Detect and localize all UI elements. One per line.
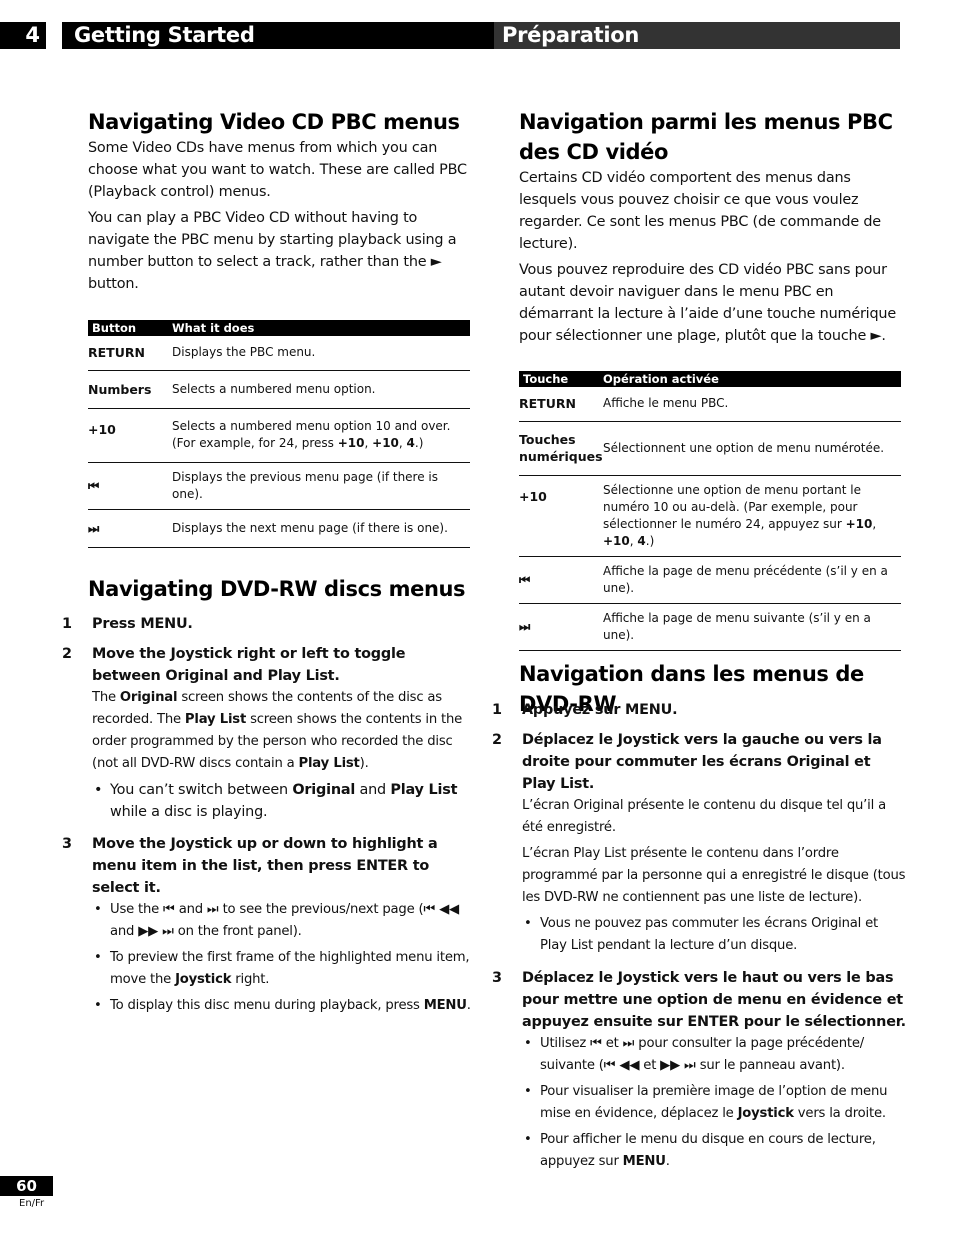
button-name: Touches numériques: [519, 421, 603, 476]
steps-fr: 1 Appuyez sur MENU. 2 Déplacez le Joysti…: [492, 699, 907, 1177]
previous-icon: ⏮: [88, 462, 172, 510]
chapter-number: 4: [0, 22, 46, 49]
section-heading: Navigating DVD-RW discs menus: [88, 577, 466, 601]
section-pbc-en: Navigating Video CD PBC menus Some Video…: [88, 107, 470, 299]
bullet-item: Vous ne pouvez pas commuter les écrans O…: [522, 913, 907, 957]
paragraph: Some Video CDs have menus from which you…: [88, 140, 467, 200]
table-row: ⏭ Displays the next menu page (if there …: [88, 509, 470, 548]
bullet-item: To display this disc menu during playbac…: [92, 995, 474, 1017]
button-name: Numbers: [88, 370, 172, 409]
language-label: En/Fr: [19, 1198, 45, 1209]
step-title: Appuyez sur MENU.: [522, 702, 678, 718]
step-title: Déplacez le Joystick vers le haut ou ver…: [522, 970, 906, 1030]
table-row: RETURN Displays the PBC menu.: [88, 336, 470, 371]
section-heading: Navigating Video CD PBC menus: [88, 110, 460, 134]
button-description: Affiche la page de menu suivante (s’il y…: [603, 603, 901, 651]
button-description: Affiche la page de menu précédente (s’il…: [603, 556, 901, 604]
column-header: Button: [88, 320, 172, 336]
button-description: Affiche le menu PBC.: [603, 387, 901, 422]
bullet-item: Pour afficher le menu du disque en cours…: [522, 1129, 907, 1173]
paragraph: Vous pouvez reproduire des CD vidéo PBC …: [519, 262, 896, 344]
step: 1 Appuyez sur MENU.: [492, 699, 907, 721]
table-row: RETURN Affiche le menu PBC.: [519, 387, 901, 422]
button-description: Sélectionne une option de menu portant l…: [603, 475, 901, 557]
step-title: Press MENU.: [92, 616, 193, 632]
button-table-fr: Touche Opération activée RETURN Affiche …: [519, 371, 901, 651]
steps-en: 1 Press MENU. 2 Move the Joystick right …: [62, 613, 474, 1021]
step-title: Move the Joystick right or left to toggl…: [92, 646, 406, 684]
button-description: Sélectionnent une option de menu numérot…: [603, 421, 901, 476]
step-number: 3: [492, 970, 503, 986]
paragraph: You can play a PBC Video CD without havi…: [88, 210, 457, 292]
table-row: +10 Selects a numbered menu option 10 an…: [88, 408, 470, 463]
bullet-item: Pour visualiser la première image de l’o…: [522, 1081, 907, 1125]
button-description: Displays the PBC menu.: [172, 336, 470, 371]
button-name: +10: [88, 408, 172, 463]
table-row: Numbers Selects a numbered menu option.: [88, 370, 470, 409]
bullet-item: Utilisez ⏮ et ⏭ pour consulter la page p…: [522, 1033, 907, 1077]
step: 2 Move the Joystick right or left to tog…: [62, 643, 474, 823]
chapter-title-fr: Préparation: [494, 22, 900, 49]
table-row: ⏮ Displays the previous menu page (if th…: [88, 462, 470, 510]
step-title: Move the Joystick up or down to highligh…: [92, 836, 438, 896]
section-heading: Navigation parmi les menus PBC des CD vi…: [519, 110, 893, 164]
section-pbc-fr: Navigation parmi les menus PBC des CD vi…: [519, 107, 901, 351]
button-description: Selects a numbered menu option.: [172, 370, 470, 409]
button-description: Displays the previous menu page (if ther…: [172, 462, 470, 510]
section-dvd-heading-en: Navigating DVD-RW discs menus: [88, 574, 470, 604]
button-name: RETURN: [519, 387, 603, 422]
step-text: L’écran Original présente le contenu du …: [522, 798, 886, 835]
bullet-item: Use the ⏮ and ⏭ to see the previous/next…: [92, 899, 474, 943]
next-icon: ⏭: [88, 509, 172, 548]
button-description: Displays the next menu page (if there is…: [172, 509, 470, 548]
step-number: 1: [492, 702, 503, 718]
button-name: RETURN: [88, 336, 172, 371]
step-number: 3: [62, 836, 73, 852]
next-icon: ⏭: [519, 603, 603, 651]
previous-icon: ⏮: [519, 556, 603, 604]
column-header: Opération activée: [603, 371, 901, 387]
step-number: 2: [492, 732, 503, 748]
table-row: ⏭ Affiche la page de menu suivante (s’il…: [519, 603, 901, 651]
step: 3 Move the Joystick up or down to highli…: [62, 833, 474, 1017]
page-number: 60: [0, 1176, 53, 1196]
column-header: What it does: [172, 320, 470, 336]
chapter-title-en: Getting Started: [62, 22, 494, 49]
step: 3 Déplacez le Joystick vers le haut ou v…: [492, 967, 907, 1173]
button-table-en: Button What it does RETURN Displays the …: [88, 320, 470, 548]
table-row: Touches numériques Sélectionnent une opt…: [519, 421, 901, 476]
step-number: 2: [62, 646, 73, 662]
step: 2 Déplacez le Joystick vers la gauche ou…: [492, 729, 907, 957]
bullet-item: You can’t switch between Original and Pl…: [92, 779, 474, 823]
step-title: Déplacez le Joystick vers la gauche ou v…: [522, 732, 882, 792]
paragraph: Certains CD vidéo comportent des menus d…: [519, 170, 881, 252]
step-text: L’écran Play List présente le contenu da…: [522, 846, 906, 905]
step-number: 1: [62, 616, 73, 632]
button-description: Selects a numbered menu option 10 and ov…: [172, 408, 470, 463]
bullet-item: To preview the first frame of the highli…: [92, 947, 474, 991]
column-header: Touche: [519, 371, 603, 387]
step-text: The Original screen shows the contents o…: [92, 690, 463, 771]
table-row: +10 Sélectionne une option de menu porta…: [519, 475, 901, 557]
button-name: +10: [519, 475, 603, 557]
table-row: ⏮ Affiche la page de menu précédente (s’…: [519, 556, 901, 604]
step: 1 Press MENU.: [62, 613, 474, 635]
